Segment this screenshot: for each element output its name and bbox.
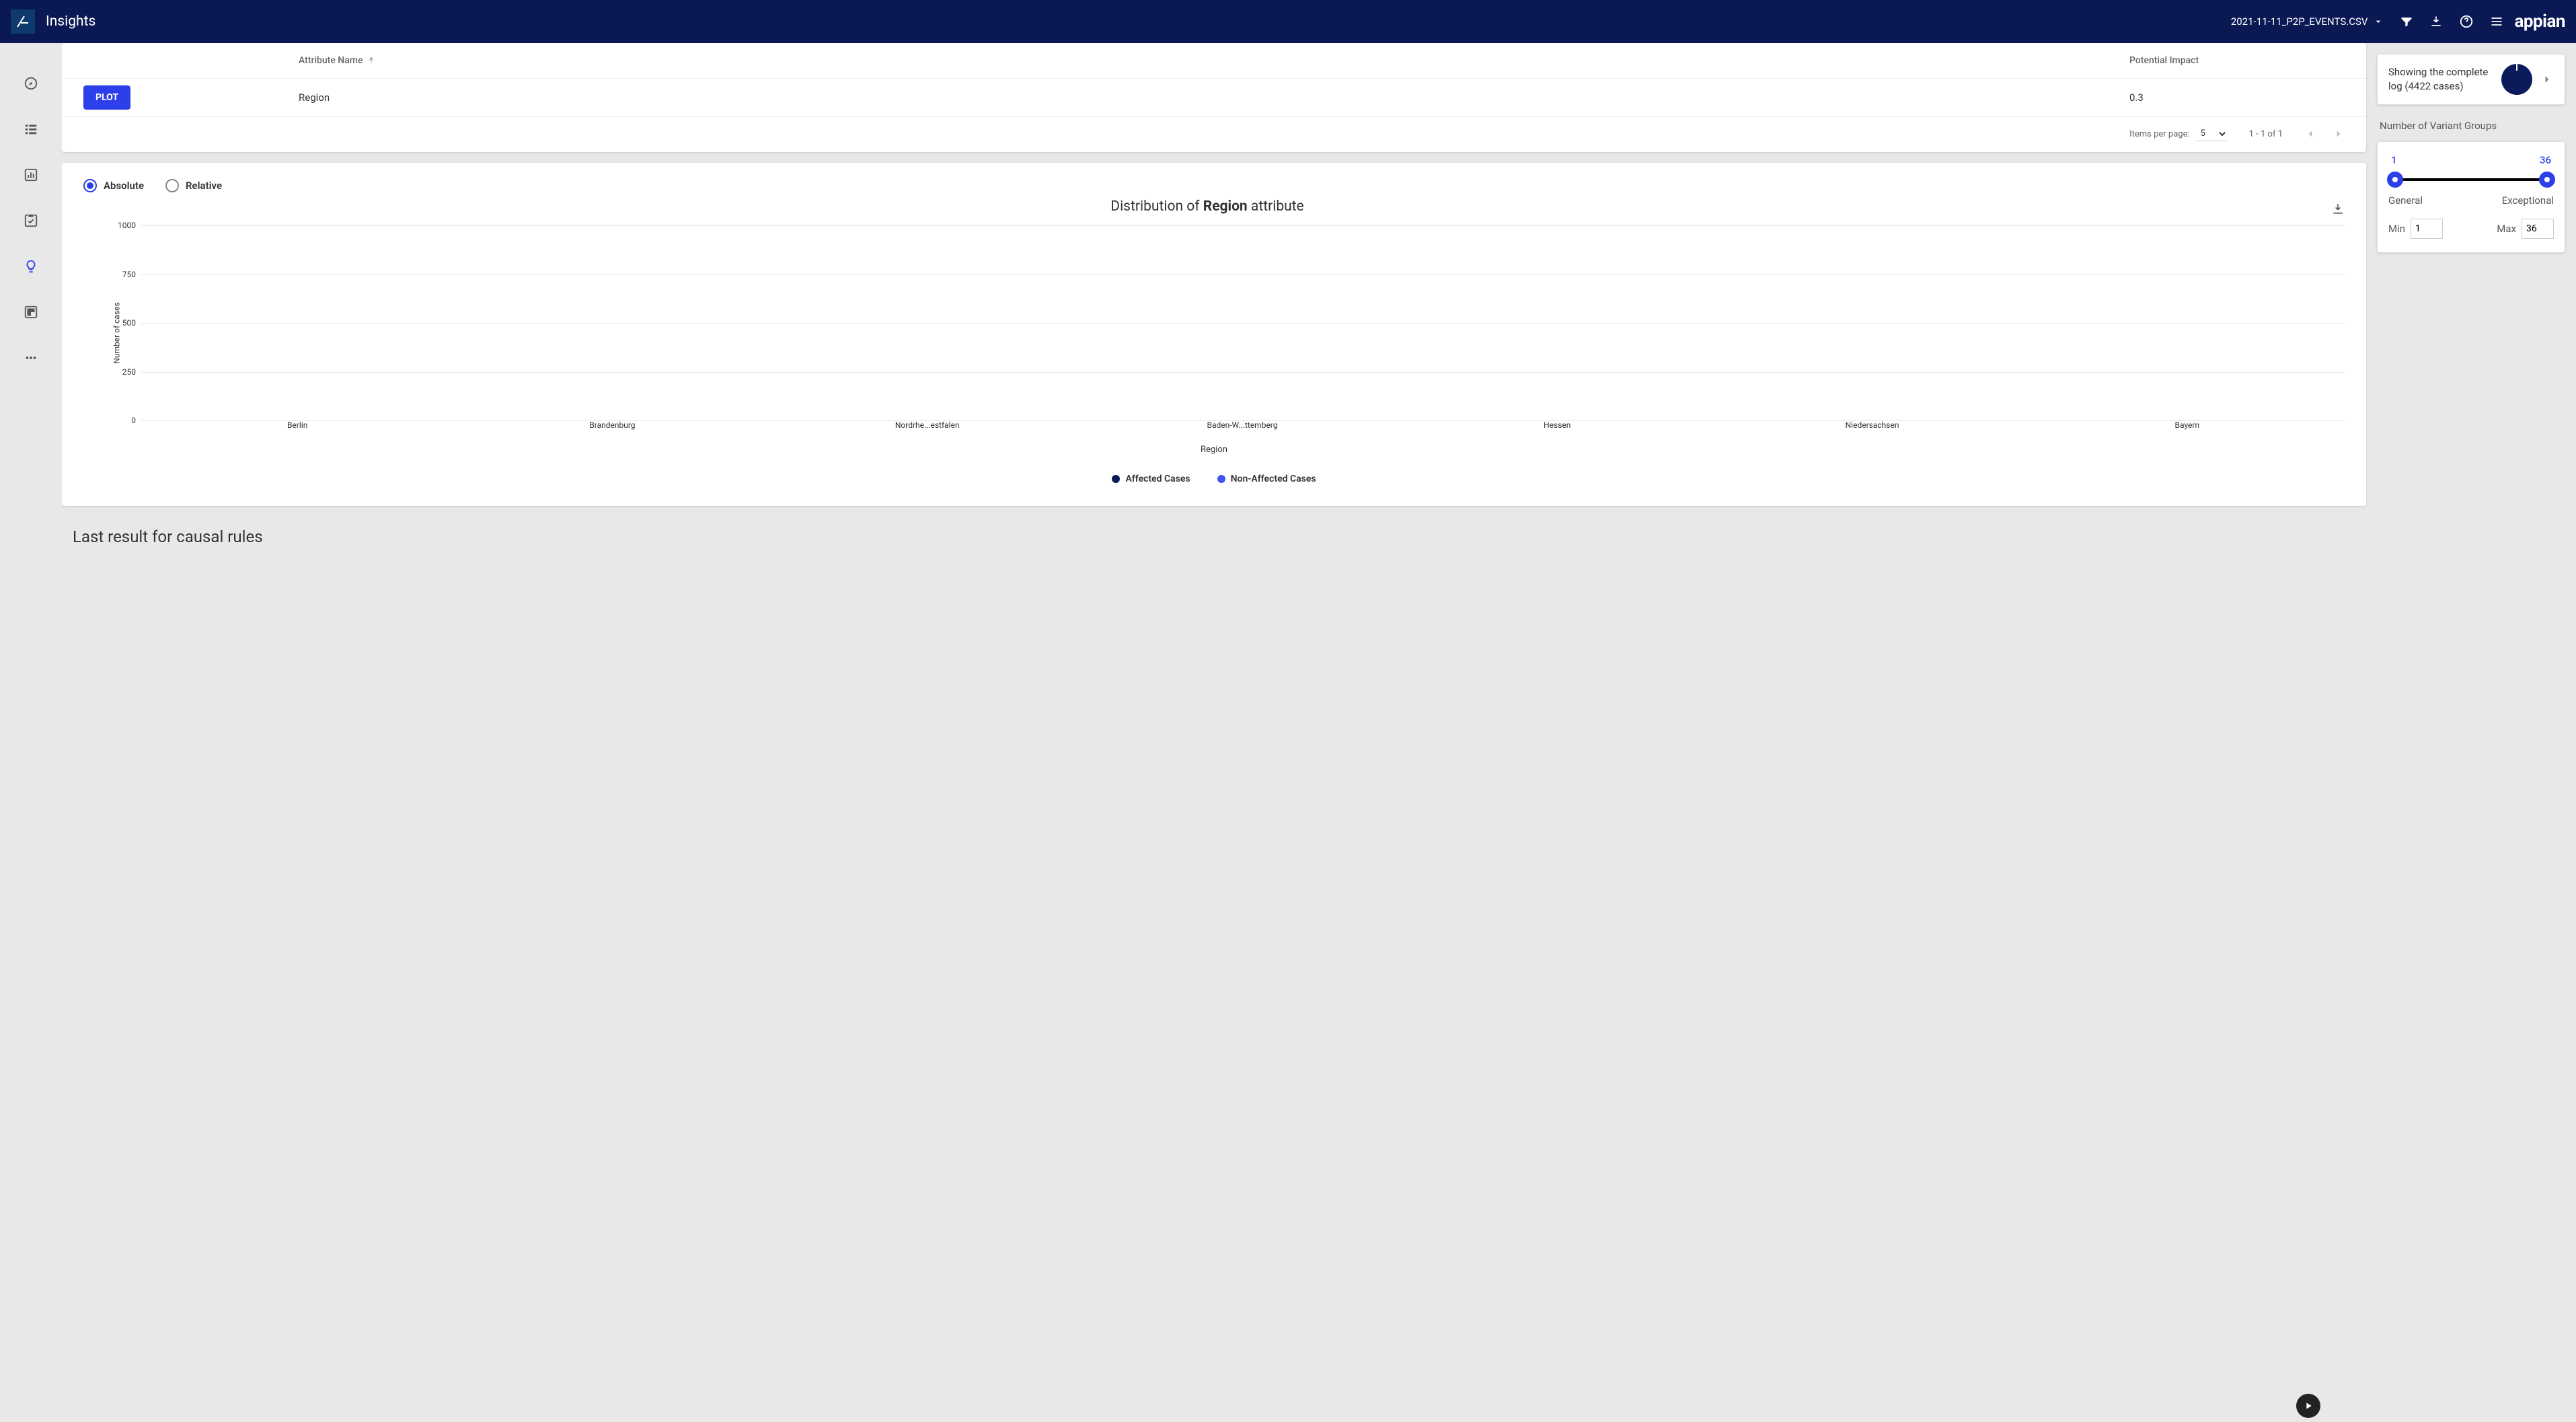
page-title: Insights [46,13,2231,30]
file-selector[interactable]: 2021-11-11_P2P_EVENTS.CSV [2231,15,2384,28]
cell-impact: 0.3 [2129,91,2345,104]
log-summary-card[interactable]: Showing the complete log (4422 cases) [2377,54,2565,105]
play-fab[interactable] [2296,1394,2320,1418]
slider-label-general: General [2388,194,2423,207]
download-icon[interactable] [2429,15,2443,28]
x-tick-label: Berlin [257,420,338,441]
brand-logo: appian [2514,11,2565,32]
menu-icon[interactable] [2490,15,2503,28]
slider-max-value: 36 [2540,154,2551,166]
pie-icon [2501,64,2532,95]
download-chart-icon[interactable] [2331,202,2345,216]
col-attribute-name[interactable]: Attribute Name [299,55,2129,66]
x-tick-label: Bayern [2147,420,2228,441]
max-input[interactable] [2522,219,2554,239]
view-toggle: Absolute Relative [83,179,2345,192]
page-next-icon[interactable] [2333,128,2345,140]
slider-min-value: 1 [2391,154,2397,166]
pagination-range: 1 - 1 of 1 [2249,129,2283,139]
nav-explore[interactable] [23,75,39,91]
x-tick-label: Baden-W...ttemberg [1202,420,1283,441]
table-row: PLOT Region 0.3 [62,78,2366,117]
filter-icon[interactable] [2400,15,2413,28]
x-tick-label: Niedersachsen [1832,420,1913,441]
items-per-page-label: Items per page: [2129,129,2190,139]
radio-unchecked-icon [165,179,179,192]
min-input[interactable] [2411,219,2443,239]
col-potential-impact[interactable]: Potential Impact [2129,55,2345,66]
nav-clipboard[interactable] [23,213,39,229]
chart-ylabel: Number of cases [112,302,122,363]
topbar-actions [2400,14,2503,29]
x-tick-label: Nordrhe...estfalen [887,420,968,441]
legend-nonaffected: Non-Affected Cases [1217,474,1316,484]
items-per-page-select[interactable]: 5 [2195,126,2228,141]
top-bar: Insights 2021-11-11_P2P_EVENTS.CSV appia… [0,0,2576,43]
main-content: Attribute Name Potential Impact PLOT Reg… [62,43,2377,1422]
cell-attribute: Region [299,91,2129,104]
slider-label-exceptional: Exceptional [2502,194,2554,207]
variant-slider-card: 1 36 General Exceptional Min Max [2377,141,2565,253]
right-panel: Showing the complete log (4422 cases) Nu… [2377,43,2576,1422]
sort-asc-icon [367,56,376,65]
plot-button[interactable]: PLOT [83,85,130,110]
radio-absolute[interactable]: Absolute [83,179,144,192]
nav-list[interactable] [23,121,39,137]
slider-thumb-min[interactable] [2387,172,2403,188]
chevron-right-icon [2540,73,2554,86]
chart-xlabel: Region [83,445,2345,455]
radio-relative[interactable]: Relative [165,179,222,192]
radio-checked-icon [83,179,97,192]
x-tick-label: Hessen [1517,420,1597,441]
legend-affected: Affected Cases [1112,474,1190,484]
chart-title: Distribution of Region attribute [83,198,2331,215]
attribute-table-card: Attribute Name Potential Impact PLOT Reg… [62,43,2366,152]
slider-thumb-max[interactable] [2539,172,2555,188]
chevron-down-icon [2373,16,2384,27]
log-summary-text: Showing the complete log (4422 cases) [2388,65,2493,93]
file-name: 2021-11-11_P2P_EVENTS.CSV [2231,15,2368,28]
nav-insights[interactable] [23,258,39,274]
help-icon[interactable] [2459,14,2474,29]
variant-slider[interactable] [2395,169,2547,190]
table-footer: Items per page: 5 1 - 1 of 1 [62,117,2366,144]
x-tick-label: Brandenburg [572,420,652,441]
side-nav [0,43,62,1422]
variant-groups-label: Number of Variant Groups [2377,120,2565,132]
max-label: Max [2497,223,2516,235]
page-prev-icon[interactable] [2304,128,2316,140]
nav-more[interactable] [23,350,39,366]
min-label: Min [2388,223,2405,235]
nav-grid[interactable] [23,304,39,320]
app-logo[interactable] [11,9,35,34]
chart-legend: Affected Cases Non-Affected Cases [83,474,2345,484]
nav-chart[interactable] [23,167,39,183]
chart-card: Absolute Relative Distribution of Region… [62,163,2366,506]
section-causal-rules-title: Last result for causal rules [62,522,2366,557]
table-header: Attribute Name Potential Impact [62,43,2366,78]
chart-plot-area: Number of cases 02505007501000 BerlinBra… [113,225,2345,441]
